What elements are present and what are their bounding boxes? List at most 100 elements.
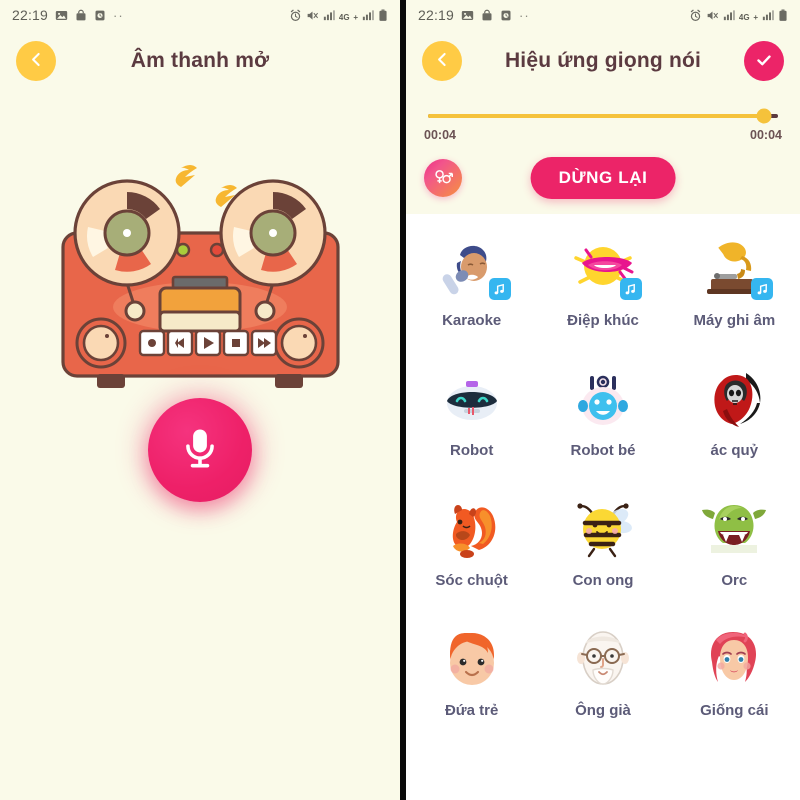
- back-button[interactable]: [422, 41, 462, 81]
- gender-toggle-button[interactable]: [424, 159, 462, 197]
- effect-label: Karaoke: [442, 312, 502, 329]
- stop-button[interactable]: DỪNG LẠI: [530, 157, 676, 199]
- effect-cell[interactable]: Đứa trẻ: [406, 610, 537, 740]
- led-green: [175, 242, 191, 258]
- effect-label: Robot: [450, 442, 494, 459]
- effect-cell[interactable]: Robot bé: [537, 350, 668, 480]
- chevron-left-icon: [28, 51, 45, 71]
- effect-cell[interactable]: Giống cái: [669, 610, 800, 740]
- tape-reel-right: [219, 179, 327, 287]
- effect-cell[interactable]: Ông già: [537, 610, 668, 740]
- effect-cell[interactable]: Con ong: [537, 480, 668, 610]
- effect-label: Giống cái: [700, 702, 769, 719]
- baby-robot-icon: [566, 364, 640, 434]
- status-bar-right-group: 4G +: [289, 8, 388, 23]
- bag-icon: [75, 9, 87, 22]
- total-time: 00:04: [750, 128, 782, 142]
- left-screen: 22:19 ·· 4G + Âm thanh mở: [0, 0, 400, 800]
- robot-face-icon: [435, 364, 509, 434]
- mute-icon: [306, 9, 319, 22]
- effect-cell[interactable]: ác quỷ: [669, 350, 800, 480]
- seek-progress: [428, 114, 764, 118]
- grim-reaper-icon: [697, 364, 771, 434]
- alarm-icon: [289, 9, 302, 22]
- mute-icon: [706, 9, 719, 22]
- effects-grid: Karaoke Điệp khúc Máy ghi âm Robot Robot…: [406, 220, 800, 740]
- status-time: 22:19: [12, 7, 49, 23]
- time-labels: 00:04 00:04: [424, 128, 782, 142]
- status-bar-right-group: 4G +: [689, 8, 788, 23]
- effect-label: Orc: [721, 572, 748, 589]
- overflow-dots: ··: [113, 7, 124, 23]
- gallery-icon: [55, 9, 68, 22]
- gender-symbols-icon: [433, 166, 454, 190]
- effect-cell[interactable]: Orc: [669, 480, 800, 610]
- battery-icon: [778, 8, 788, 22]
- status-bar-right: 22:19 ·· 4G +: [406, 0, 800, 30]
- effect-label: Đứa trẻ: [444, 702, 499, 719]
- effect-cell[interactable]: Sóc chuột: [406, 480, 537, 610]
- network-4gplus-icon: 4G +: [339, 8, 358, 23]
- child-face-icon: [435, 624, 509, 694]
- current-time: 00:04: [424, 128, 456, 142]
- microphone-icon: [179, 426, 221, 475]
- chevron-left-icon: [434, 51, 451, 71]
- knob-left: [75, 317, 127, 369]
- effect-cell[interactable]: Máy ghi âm: [669, 220, 800, 350]
- battery-icon: [378, 8, 388, 22]
- status-bar-left-group: 22:19 ··: [12, 7, 124, 23]
- network-label: 4G: [738, 12, 750, 22]
- effect-cell[interactable]: Robot: [406, 350, 537, 480]
- gramophone-icon: [697, 234, 774, 304]
- overflow-dots: ··: [519, 7, 530, 23]
- status-bar-left: 22:19 ·· 4G +: [0, 0, 400, 30]
- seek-track[interactable]: [428, 108, 778, 124]
- left-content: [0, 92, 400, 800]
- signal-bars-icon: [723, 9, 735, 21]
- signal-bars-icon: [323, 9, 335, 21]
- music-note-badge: [488, 278, 511, 300]
- effect-cell[interactable]: Điệp khúc: [537, 220, 668, 350]
- clock-app-icon: [500, 9, 512, 22]
- transport-buttons: [138, 329, 278, 357]
- effect-label: ác quỷ: [710, 442, 759, 459]
- clock-app-icon: [94, 9, 106, 22]
- alarm-icon: [689, 9, 702, 22]
- confirm-button[interactable]: [744, 41, 784, 81]
- right-header: Hiệu ứng giọng nói: [406, 30, 800, 92]
- music-note-badge: [751, 278, 774, 300]
- effect-label: Sóc chuột: [435, 572, 508, 589]
- page-title: Hiệu ứng giọng nói: [504, 49, 702, 72]
- karaoke-singer-icon: [435, 234, 511, 304]
- back-button[interactable]: [16, 41, 56, 81]
- effect-label: Máy ghi âm: [693, 312, 776, 329]
- gallery-icon: [461, 9, 474, 22]
- female-face-icon: [697, 624, 771, 694]
- seek-slider[interactable]: [424, 92, 782, 124]
- network-4gplus-icon: 4G +: [739, 8, 758, 23]
- network-sublabel: +: [753, 12, 758, 22]
- bee-icon: [566, 494, 640, 564]
- effect-label: Con ong: [572, 572, 634, 589]
- left-header: Âm thanh mở: [0, 30, 400, 92]
- status-time: 22:19: [418, 7, 455, 23]
- tape-recorder-illustration: [35, 140, 365, 415]
- player-section: 00:04 00:04 DỪNG LẠI: [406, 92, 800, 214]
- network-label: 4G: [338, 12, 350, 22]
- orc-icon: [697, 494, 771, 564]
- squirrel-icon: [435, 494, 509, 564]
- signal-bars-icon: [362, 9, 374, 21]
- status-bar-left-group: 22:19 ··: [418, 7, 530, 23]
- seek-thumb[interactable]: [756, 108, 772, 124]
- right-screen: 22:19 ·· 4G + Hiệu ứng giọng nói 00:04 0…: [406, 0, 800, 800]
- bag-icon: [481, 9, 493, 22]
- effect-label: Điệp khúc: [567, 312, 639, 329]
- effects-grid-container[interactable]: Karaoke Điệp khúc Máy ghi âm Robot Robot…: [406, 214, 800, 759]
- page-title: Âm thanh mở: [130, 49, 270, 72]
- effect-label: Ông già: [575, 702, 631, 719]
- record-button[interactable]: [148, 398, 252, 502]
- effect-cell[interactable]: Karaoke: [406, 220, 537, 350]
- network-sublabel: +: [353, 12, 358, 22]
- music-note-badge: [619, 278, 642, 300]
- old-man-face-icon: [566, 624, 640, 694]
